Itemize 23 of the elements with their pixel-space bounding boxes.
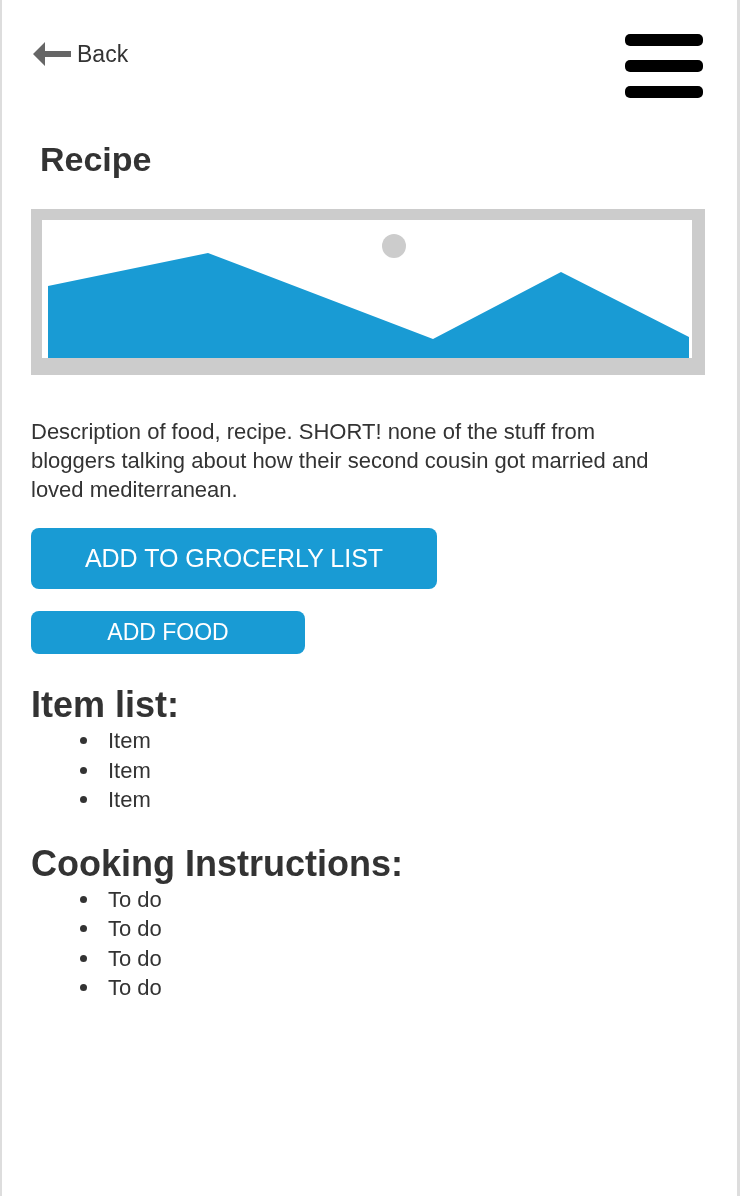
section-heading: Cooking Instructions: [31,842,403,885]
list-item: To do [108,944,162,973]
bullet-icon [80,954,87,962]
bullet-icon [80,796,87,804]
back-button[interactable]: Back [31,40,129,68]
list-item: To do [108,974,162,1002]
description-text: Description of food, recipe. SHORT! none of the stuff from bloggers talking about how their second cousin got married and loved mediterranean. [31,418,650,504]
list-item: To do [108,885,162,914]
section-heading: Item list: [31,684,180,726]
list-item: To do [108,915,162,943]
add-food-button[interactable]: ADD FOOD [31,611,305,654]
list-item: Item [108,786,151,814]
menu-icon[interactable] [625,34,703,100]
add-to-list-button[interactable]: ADD TO GROCERLY LIST [31,528,437,589]
bullet-icon [80,737,87,745]
bullet-icon [80,766,87,774]
list-item: Item [108,727,151,755]
page-title: Recipe [40,140,152,179]
bullet-icon [80,925,87,933]
bullet-icon [80,984,87,992]
list-item: Item [108,756,151,785]
bullet-icon [80,895,87,903]
back-arrow-icon [31,40,71,68]
